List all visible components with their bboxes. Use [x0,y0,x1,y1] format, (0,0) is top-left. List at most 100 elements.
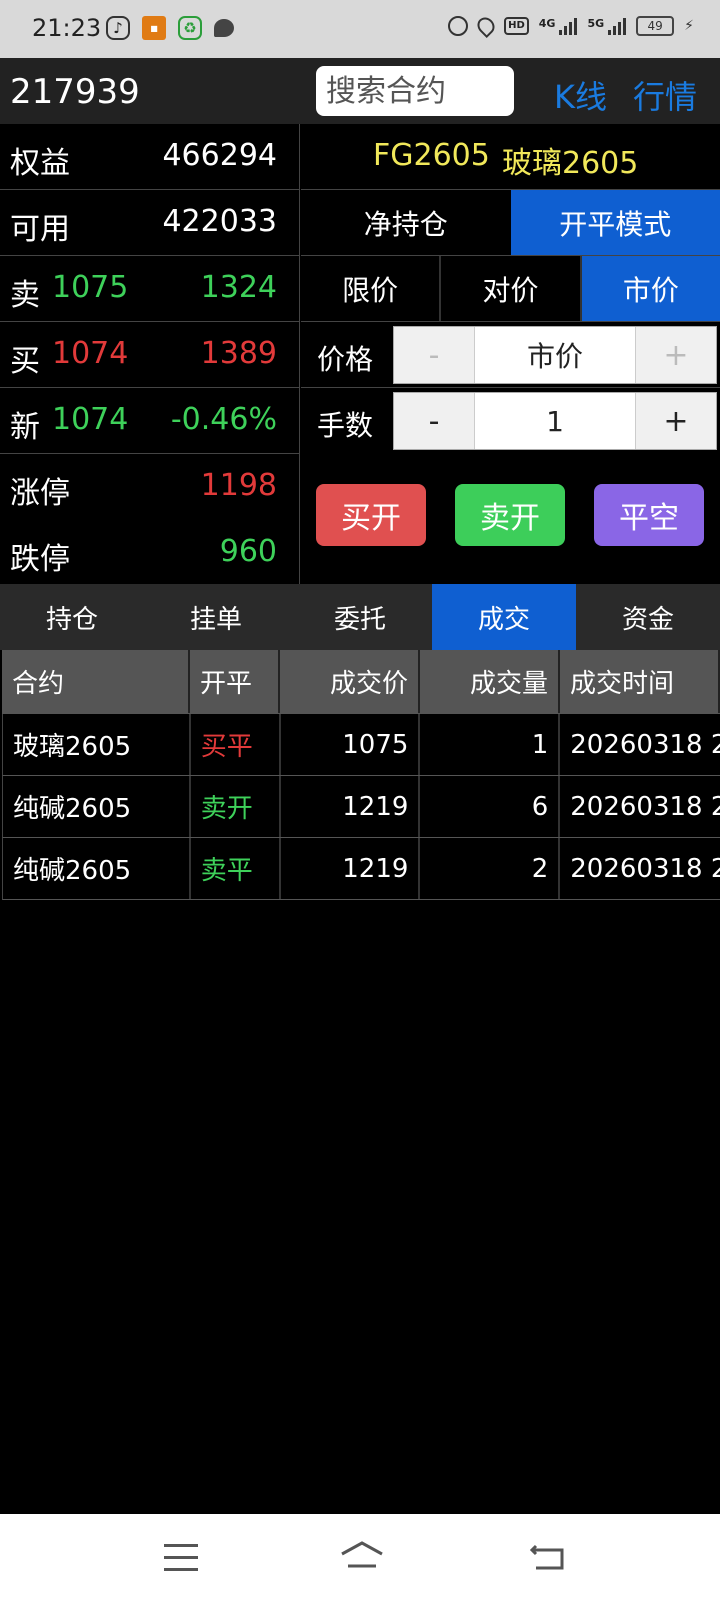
battery-icon: 49 [636,16,675,36]
account-quote-info: 权益 466294 可用 422033 卖 1075 1324 买 1074 1… [0,124,300,586]
status-time: 21:23 [32,14,102,42]
cell-volume: 6 [420,776,561,837]
tab-trades[interactable]: 成交 [432,584,576,650]
price-label: 价格 [317,343,374,376]
table-row[interactable]: 玻璃2605 买平 1075 1 20260318 2 [2,714,720,776]
tab-positions[interactable]: 持仓 [0,584,144,650]
cell-price: 1219 [281,838,421,899]
limit-up-row: 涨停 1198 [0,454,300,520]
available-label: 可用 [10,212,70,247]
tab-orders[interactable]: 委托 [288,584,432,650]
cell-contract: 纯碱2605 [3,838,191,899]
bid-row[interactable]: 买 1074 1389 [0,322,300,388]
tab-pending-orders[interactable]: 挂单 [144,584,288,650]
recycle-app-icon: ♻ [178,16,202,40]
quantity-input[interactable]: 1 [474,393,636,449]
header-volume: 成交量 [420,650,560,713]
change-percent: -0.46% [170,402,277,437]
signal-5g-icon: 5G [587,17,627,35]
price-plus-button[interactable]: + [636,327,716,383]
location-icon [474,13,499,39]
market-price-button[interactable]: 市价 [581,256,720,321]
open-close-mode-button[interactable]: 开平模式 [510,190,720,255]
tiktok-icon: ♪ [106,16,130,40]
limit-down-row: 跌停 960 [0,520,300,586]
limit-down-value: 960 [219,534,277,569]
close-short-button[interactable]: 平空 [594,484,704,546]
cell-price: 1075 [281,714,421,775]
contract-code: FG2605 [373,138,490,173]
record-tabs: 持仓 挂单 委托 成交 资金 [0,584,720,650]
message-icon [214,19,234,37]
app-header: 217939 K线 行情 [0,58,720,124]
hd-icon: HD [504,17,529,35]
net-position-button[interactable]: 净持仓 [301,190,511,255]
tab-funds[interactable]: 资金 [576,584,720,650]
header-time: 成交时间 [560,650,720,713]
order-actions: 买开 卖开 平空 [301,454,720,584]
price-input[interactable]: 市价 [474,327,636,383]
cell-contract: 纯碱2605 [3,776,191,837]
bid-label: 买 [10,344,40,379]
last-row[interactable]: 新 1074 -0.46% [0,388,300,454]
contract-header: FG2605 玻璃2605 [301,124,720,190]
bid-volume: 1389 [200,336,277,371]
search-contract-input[interactable] [316,66,514,116]
ask-volume: 1324 [200,270,277,305]
price-minus-button[interactable]: - [394,327,474,383]
available-row: 可用 422033 [0,190,300,256]
counter-price-button[interactable]: 对价 [441,256,582,321]
price-stepper: - 市价 + [393,326,717,384]
header-open-close: 开平 [190,650,280,713]
table-body: 玻璃2605 买平 1075 1 20260318 2 纯碱2605 卖开 12… [2,714,720,900]
position-mode-toggle: 净持仓 开平模式 [301,190,720,256]
home-icon[interactable] [340,1540,384,1570]
price-type-toggle: 限价 对价 市价 [301,256,720,322]
contract-name: 玻璃2605 [502,146,639,181]
market-link[interactable]: 行情 [633,72,697,118]
buy-open-button[interactable]: 买开 [316,484,426,546]
quantity-row: 手数 - 1 + [301,388,720,454]
mall-app-icon: ■ [142,16,166,40]
last-label: 新 [10,410,40,445]
limit-down-label: 跌停 [10,542,70,577]
available-value: 422033 [162,204,277,239]
cell-volume: 2 [420,838,561,899]
quantity-stepper: - 1 + [393,392,717,450]
charging-icon: ⚡ [684,18,694,34]
ask-label: 卖 [10,278,40,313]
system-nav-bar [0,1514,720,1600]
limit-up-value: 1198 [200,468,277,503]
cell-side: 卖平 [191,838,281,899]
cell-time: 20260318 2 [570,729,720,760]
trades-table: 合约 开平 成交价 成交量 成交时间 玻璃2605 买平 1075 1 2026… [2,650,720,900]
back-icon[interactable] [530,1542,566,1572]
cell-time: 20260318 2 [570,791,720,822]
ask-row[interactable]: 卖 1075 1324 [0,256,300,322]
cell-side: 买平 [191,714,281,775]
account-id: 217939 [10,72,140,112]
header-price: 成交价 [280,650,420,713]
sell-open-button[interactable]: 卖开 [455,484,565,546]
menu-icon[interactable] [164,1544,198,1580]
price-row: 价格 - 市价 + [301,322,720,388]
cell-time: 20260318 2 [570,853,720,884]
status-bar: 21:23 ♪ ■ ♻ HD 4G 5G 49 ⚡ [0,0,720,58]
cell-contract: 玻璃2605 [3,714,191,775]
trade-panel: FG2605 玻璃2605 净持仓 开平模式 限价 对价 市价 价格 - 市价 … [301,124,720,584]
quantity-minus-button[interactable]: - [394,393,474,449]
kline-link[interactable]: K线 [554,72,607,118]
cell-side: 卖开 [191,776,281,837]
ask-price: 1075 [52,270,129,305]
equity-label: 权益 [10,146,70,181]
bid-price: 1074 [52,336,129,371]
header-contract: 合约 [2,650,190,713]
equity-row: 权益 466294 [0,124,300,190]
table-row[interactable]: 纯碱2605 卖开 1219 6 20260318 2 [2,776,720,838]
table-row[interactable]: 纯碱2605 卖平 1219 2 20260318 2 [2,838,720,900]
quantity-plus-button[interactable]: + [636,393,716,449]
limit-up-label: 涨停 [10,476,70,511]
last-price: 1074 [52,402,129,437]
limit-price-button[interactable]: 限价 [301,256,442,321]
system-icons: HD 4G 5G 49 ⚡ [448,13,694,39]
